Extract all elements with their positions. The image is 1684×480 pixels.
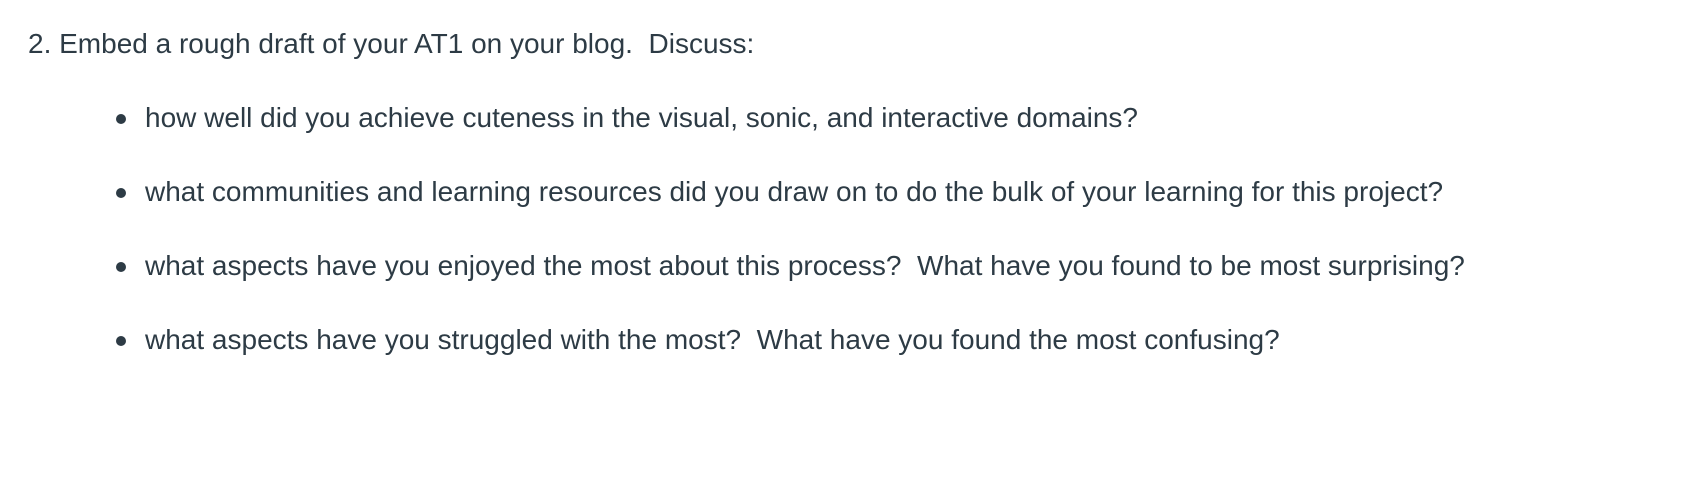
question-text: what aspects have you enjoyed the most a…	[145, 250, 1465, 281]
bullet-icon	[116, 188, 126, 198]
list-item: what aspects have you enjoyed the most a…	[116, 246, 1676, 286]
discussion-prompt: 2. Embed a rough draft of your AT1 on yo…	[28, 28, 755, 59]
bullet-icon	[116, 114, 126, 124]
list-item: what communities and learning resources …	[116, 172, 1676, 212]
bullet-icon	[116, 262, 126, 272]
question-text: how well did you achieve cuteness in the…	[145, 102, 1139, 133]
list-item: how well did you achieve cuteness in the…	[116, 98, 1676, 138]
question-text: what communities and learning resources …	[145, 176, 1444, 207]
list-item: what aspects have you struggled with the…	[116, 320, 1676, 360]
assignment-content: 2. Embed a rough draft of your AT1 on yo…	[0, 0, 1684, 422]
bullet-icon	[116, 336, 126, 346]
question-text: what aspects have you struggled with the…	[145, 324, 1280, 355]
